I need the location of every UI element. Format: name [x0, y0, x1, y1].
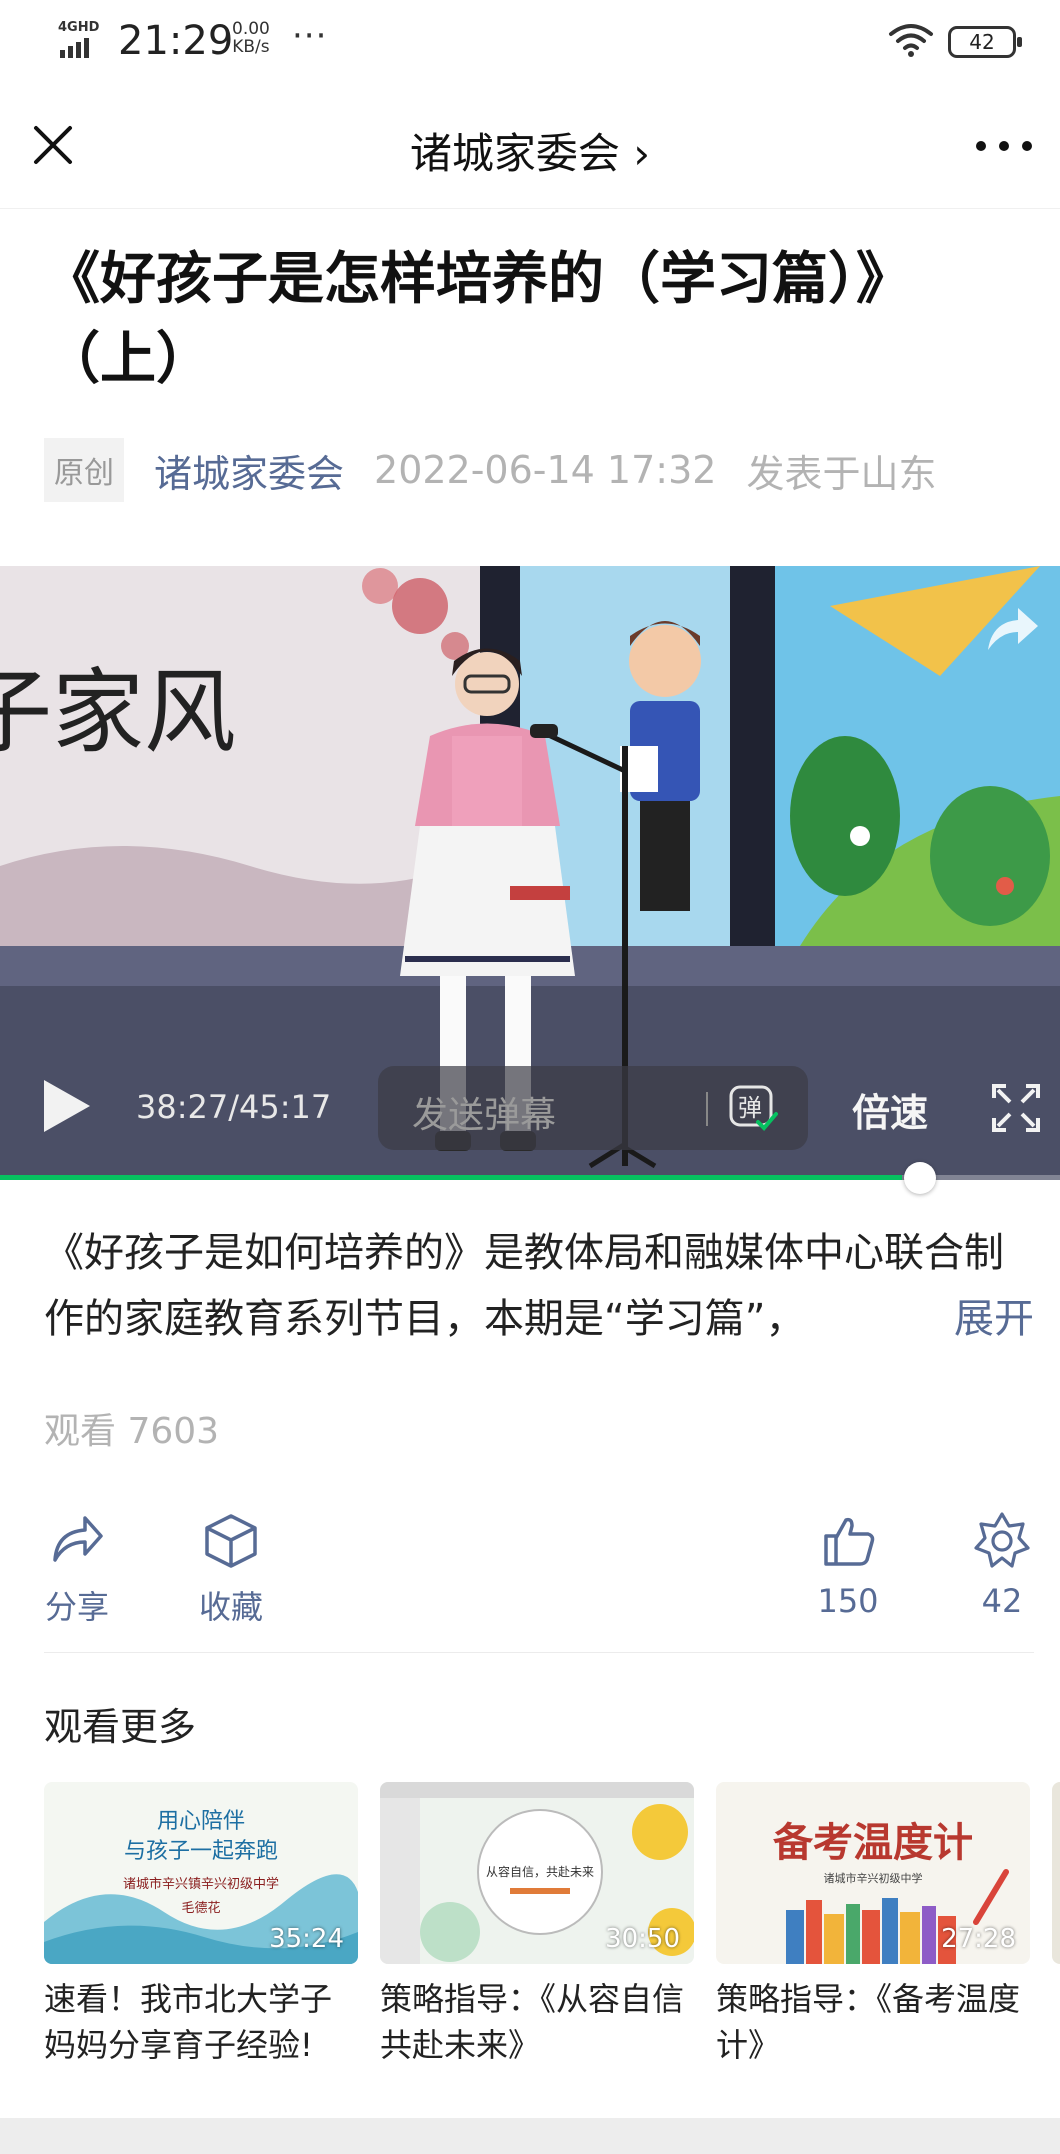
battery-level: 42: [969, 30, 995, 54]
publish-time: 2022-06-14 17:32: [374, 448, 717, 492]
battery-icon: 42: [948, 26, 1022, 58]
svg-text:备考温度计: 备考温度计: [773, 1819, 973, 1866]
favorite-label: 收藏: [198, 1588, 263, 1626]
video-caption: 策略指导：《备考温度计》: [716, 1980, 1021, 2064]
view-count: 观看 7603: [44, 1411, 220, 1452]
thumbs-up-icon: [824, 1517, 875, 1566]
video-duration: 27:28: [941, 1924, 1016, 1954]
video-progress-bar[interactable]: [0, 1175, 1060, 1180]
share-icon: [53, 1516, 103, 1562]
danmu-placeholder: 发送弹幕: [412, 1095, 557, 1136]
svg-text:诸城市辛兴镇辛兴初级中学: 诸城市辛兴镇辛兴初级中学: [123, 1876, 279, 1892]
watch-more-heading: 观看更多: [44, 1705, 197, 1749]
wow-button[interactable]: 42: [957, 1510, 1047, 1620]
divider: [44, 1652, 1034, 1653]
account-title-link[interactable]: 诸城家委会 ›: [0, 120, 1060, 181]
article-title: 《好孩子是怎样培养的（学习篇）》（上）: [44, 247, 912, 392]
star-flower-icon: [974, 1512, 1030, 1568]
danmu-toggle-icon[interactable]: 弹: [728, 1084, 778, 1132]
video-progress-fill: [0, 1175, 903, 1180]
network-speed: 0.00 KB/s: [232, 20, 270, 56]
svg-text:用心陪伴: 用心陪伴: [157, 1809, 245, 1834]
video-thumbnail: 备考温度计 诸城市辛兴初级中学 27:28: [716, 1782, 1030, 1964]
cube-icon: [205, 1514, 257, 1568]
recommended-video-card[interactable]: 从容自信，共赴未来 30:50 策略指导：《从容自信 共赴未来》: [380, 1782, 694, 2068]
like-button[interactable]: 150: [803, 1510, 893, 1620]
danmu-input[interactable]: 发送弹幕 弹: [378, 1066, 808, 1150]
more-options-icon[interactable]: [976, 126, 1032, 166]
video-caption: 速看！我市北大学子妈妈分享育子经验!: [44, 1980, 333, 2064]
action-bar: 分享 收藏 150 42: [0, 1510, 1060, 1650]
nav-bar: 诸城家委会 ›: [0, 90, 1060, 209]
fullscreen-icon[interactable]: [990, 1082, 1042, 1134]
bottom-band: [0, 2118, 1060, 2154]
video-share-icon[interactable]: [982, 602, 1042, 658]
svg-text:弹: 弹: [738, 1094, 762, 1122]
video-player[interactable]: 子家风 38:27/45:17 发送弹幕 弹 倍速: [0, 566, 1060, 1180]
video-thumbnail: 从容自信，共赴未来 30:50: [380, 1782, 694, 1964]
recommended-video-card-partial[interactable]: [1052, 1782, 1060, 1964]
svg-text:与孩子一起奔跑: 与孩子一起奔跑: [124, 1839, 278, 1864]
svg-text:从容自信，共赴未来: 从容自信，共赴未来: [486, 1864, 594, 1879]
more-notifications-icon: ···: [292, 16, 328, 56]
video-controls: 38:27/45:17 发送弹幕 弹 倍速: [0, 1054, 1060, 1180]
like-count: 150: [817, 1582, 879, 1620]
video-duration: 30:50: [605, 1924, 680, 1954]
publish-location: 发表于山东: [746, 451, 937, 496]
account-name-link[interactable]: 诸城家委会: [154, 443, 344, 498]
video-caption: 策略指导：《从容自信 共赴未来》: [380, 1980, 685, 2064]
video-banner-text: 子家风: [0, 659, 236, 766]
video-progress-handle[interactable]: [904, 1162, 937, 1194]
clock: 21:29: [118, 18, 234, 64]
svg-text:毛德花: 毛德花: [181, 1900, 220, 1916]
video-description: 《好孩子是如何培养的》是教体局和融媒体中心联合制作的家庭教育系列节目，本期是“学…: [44, 1220, 1034, 1352]
video-thumbnail: 用心陪伴 与孩子一起奔跑 诸城市辛兴镇辛兴初级中学 毛德花 35:24: [44, 1782, 358, 1964]
article-meta: 原创 诸城家委会 2022-06-14 17:32 发表于山东: [44, 438, 937, 502]
original-tag: 原创: [44, 438, 124, 502]
play-icon[interactable]: [40, 1078, 92, 1134]
svg-text:诸城市辛兴初级中学: 诸城市辛兴初级中学: [824, 1871, 923, 1885]
recommended-video-card[interactable]: 备考温度计 诸城市辛兴初级中学 27:28 策略指导：《备考温度计》: [716, 1782, 1030, 2068]
playback-speed-button[interactable]: 倍速: [852, 1082, 928, 1137]
wow-count: 42: [981, 1582, 1023, 1620]
speed-value: 0.00: [232, 19, 270, 39]
recommended-video-card[interactable]: 用心陪伴 与孩子一起奔跑 诸城市辛兴镇辛兴初级中学 毛德花 35:24 速看！我…: [44, 1782, 358, 2068]
share-button[interactable]: 分享: [32, 1510, 122, 1628]
video-duration: 35:24: [269, 1924, 344, 1954]
speed-unit: KB/s: [232, 37, 270, 57]
status-bar: 4GHD 21:29 0.00 KB/s ··· 42: [0, 0, 1060, 90]
network-type: 4GHD: [58, 20, 100, 35]
description-text: 《好孩子是如何培养的》是教体局和融媒体中心联合制作的家庭教育系列节目，本期是“学…: [44, 1230, 1004, 1342]
video-time: 38:27/45:17: [136, 1088, 332, 1126]
expand-link[interactable]: 展开: [934, 1286, 1034, 1352]
cellular-signal-icon: 4GHD: [58, 20, 104, 58]
favorite-button[interactable]: 收藏: [186, 1510, 276, 1628]
wifi-icon: [889, 24, 933, 57]
share-label: 分享: [44, 1588, 109, 1626]
